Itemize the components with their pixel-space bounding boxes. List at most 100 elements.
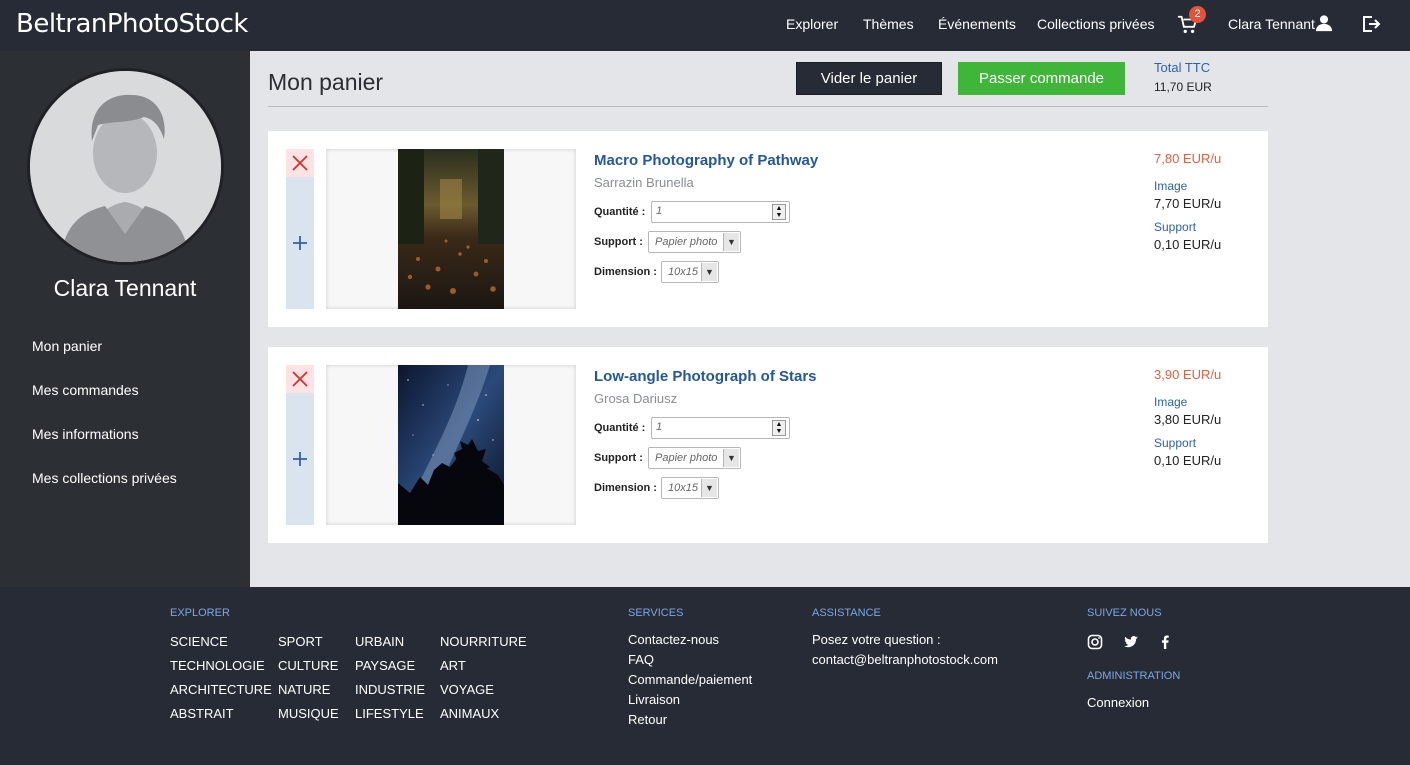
twitter-icon[interactable] [1123,634,1139,650]
footer-category-link[interactable]: NOURRITURE [440,634,527,649]
sidebar-item-orders[interactable]: Mes commandes [32,382,139,398]
footer-service-link[interactable]: Retour [628,712,667,727]
support-price: 0,10 EUR/u [1154,237,1222,252]
user-icon[interactable] [1315,14,1333,32]
cart-item: Low-angle Photograph of Stars Grosa Dari… [268,347,1268,543]
support-value: Papier photo [655,236,718,248]
facebook-icon[interactable] [1157,634,1173,650]
quantity-value: 1 [656,205,663,217]
support-select[interactable]: Papier photo ▼ [648,447,741,469]
cart-count-badge: 2 [1189,6,1206,23]
admin-login-link[interactable]: Connexion [1087,695,1149,710]
dimension-select[interactable]: 10x15 ▼ [661,261,719,283]
remove-item-button[interactable] [286,365,314,393]
dimension-value: 10x15 [668,266,698,278]
chevron-down-icon: ▼ [723,449,739,467]
support-price: 0,10 EUR/u [1154,453,1222,468]
unit-price: 7,80 EUR/u [1154,151,1222,166]
spinner-arrows-icon[interactable]: ▲ ▼ [772,420,786,436]
top-navbar: BeltranPhotoStock Explorer Thèmes Événem… [0,0,1410,51]
product-thumbnail-frame [326,149,576,309]
site-footer: EXPLORER SCIENCE TECHNOLOGIE ARCHITECTUR… [0,587,1410,765]
sidebar-item-cart[interactable]: Mon panier [32,338,102,354]
footer-service-link[interactable]: Contactez-nous [628,632,719,647]
footer-service-link[interactable]: FAQ [628,652,654,667]
footer-admin-heading: ADMINISTRATION [1087,670,1181,682]
product-title[interactable]: Macro Photography of Pathway [594,152,818,169]
dimension-value: 10x15 [668,482,698,494]
logout-icon[interactable] [1361,14,1381,34]
footer-category-link[interactable]: ART [440,658,466,673]
product-author: Sarrazin Brunella [594,175,694,190]
add-item-button[interactable] [286,177,314,309]
footer-category-link[interactable]: INDUSTRIE [355,682,425,697]
profile-name: Clara Tennant [53,275,197,301]
footer-category-link[interactable]: LIFESTYLE [355,706,424,721]
nav-events[interactable]: Événements [938,16,1016,32]
footer-category-link[interactable]: NATURE [278,682,330,697]
footer-services-heading: SERVICES [628,607,684,619]
footer-category-link[interactable]: SPORT [278,634,323,649]
support-price-label: Support [1154,436,1197,450]
sidebar-item-private-collections[interactable]: Mes collections privées [32,470,177,486]
support-label: Support : [594,236,643,248]
nav-themes[interactable]: Thèmes [863,16,914,32]
product-thumbnail-frame [326,365,576,525]
sidebar-item-information[interactable]: Mes informations [32,426,139,442]
footer-category-link[interactable]: ABSTRAIT [170,706,234,721]
footer-category-link[interactable]: ARCHITECTURE [170,682,272,697]
pathway-photo[interactable] [398,149,504,309]
nav-explorer[interactable]: Explorer [786,16,838,32]
page-title: Mon panier [268,69,384,95]
footer-category-link[interactable]: URBAIN [355,634,404,649]
remove-item-button[interactable] [286,149,314,177]
product-title[interactable]: Low-angle Photograph of Stars [594,368,817,385]
footer-category-link[interactable]: ANIMAUX [440,706,499,721]
footer-follow-heading: SUIVEZ NOUS [1087,607,1162,619]
close-icon [292,155,308,171]
quantity-label: Quantité : [594,422,646,434]
stars-photo[interactable] [398,365,504,525]
chevron-down-icon: ▼ [701,479,717,497]
site-logo[interactable]: BeltranPhotoStock [16,9,248,39]
dimension-label: Dimension : [594,266,657,278]
cart-item: Macro Photography of Pathway Sarrazin Br… [268,131,1268,327]
plus-icon [293,452,307,466]
image-price: 7,70 EUR/u [1154,196,1222,211]
footer-category-link[interactable]: VOYAGE [440,682,494,697]
footer-explorer-heading: EXPLORER [170,607,230,619]
footer-service-link[interactable]: Livraison [628,692,680,707]
quantity-stepper[interactable]: 1 ▲ ▼ [651,201,790,223]
footer-category-link[interactable]: SCIENCE [170,634,228,649]
quantity-stepper[interactable]: 1 ▲ ▼ [651,417,790,439]
quantity-value: 1 [656,421,663,433]
dimension-select[interactable]: 10x15 ▼ [661,477,719,499]
support-label: Support : [594,452,643,464]
support-value: Papier photo [655,452,718,464]
footer-service-link[interactable]: Commande/paiement [628,672,752,687]
user-name[interactable]: Clara Tennant [1228,16,1315,32]
instagram-icon[interactable] [1087,634,1103,650]
nav-private-collections[interactable]: Collections privées [1037,16,1155,32]
quantity-label: Quantité : [594,206,646,218]
image-price-label: Image [1154,395,1188,409]
assistance-email-link[interactable]: contact@beltranphotostock.com [812,652,998,667]
plus-icon [293,236,307,250]
unit-price: 3,90 EUR/u [1154,367,1222,382]
footer-assistance-heading: ASSISTANCE [812,607,881,619]
avatar-silhouette-icon [30,71,221,262]
avatar [27,68,224,265]
support-select[interactable]: Papier photo ▼ [648,231,741,253]
footer-category-link[interactable]: PAYSAGE [355,658,415,673]
checkout-button[interactable]: Passer commande [958,62,1125,95]
close-icon [292,371,308,387]
add-item-button[interactable] [286,393,314,525]
image-price: 3,80 EUR/u [1154,412,1222,427]
chevron-down-icon: ▼ [701,263,717,281]
spinner-arrows-icon[interactable]: ▲ ▼ [772,204,786,220]
footer-category-link[interactable]: CULTURE [278,658,338,673]
footer-category-link[interactable]: TECHNOLOGIE [170,658,265,673]
chevron-down-icon: ▼ [723,233,739,251]
footer-category-link[interactable]: MUSIQUE [278,706,339,721]
clear-cart-button[interactable]: Vider le panier [796,62,942,95]
